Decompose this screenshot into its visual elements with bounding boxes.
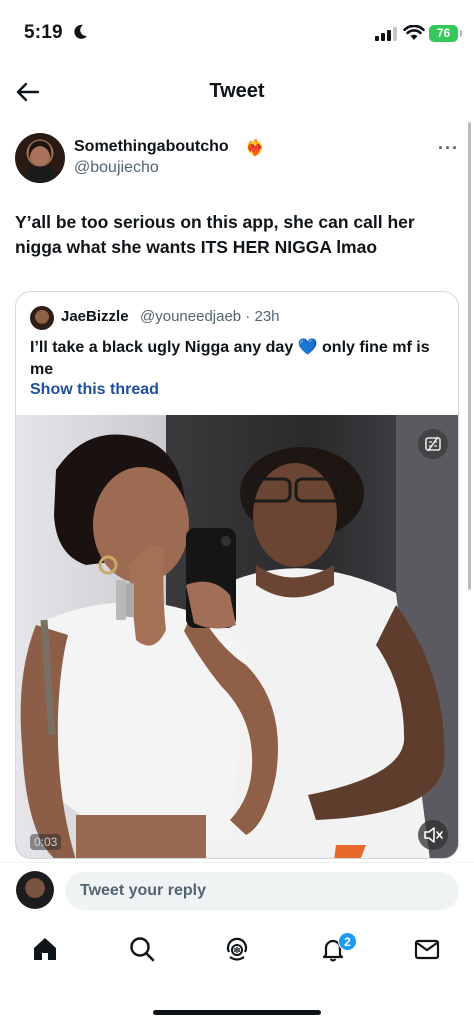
search-icon[interactable] [127, 934, 157, 964]
home-indicator[interactable] [153, 1010, 321, 1015]
divider [0, 862, 474, 863]
video-frame [16, 415, 458, 858]
author-avatar[interactable] [15, 133, 65, 183]
quoted-tweet[interactable]: JaeBizzle @youneedjaeb · 23h I’ll take a… [15, 291, 459, 859]
video-timecode: 0:03 [30, 834, 62, 850]
show-thread-link[interactable]: Show this thread [30, 381, 159, 399]
author-name[interactable]: Somethingaboutcho [74, 138, 229, 156]
video-media[interactable]: 0:03 [16, 415, 458, 858]
author-handle[interactable]: @boujiecho [74, 159, 159, 177]
heart-on-fire-emoji: ❤️‍🔥 [245, 140, 265, 157]
signal-icon [375, 27, 397, 41]
avatar-image [23, 141, 57, 183]
spaces-icon[interactable] [222, 934, 252, 964]
page-title: Tweet [209, 80, 265, 102]
tweet-text: Y’all be too serious on this app, she ca… [15, 212, 415, 257]
blue-heart-emoji: 💙 [297, 339, 318, 356]
user-avatar[interactable] [16, 871, 54, 909]
moon-icon [74, 24, 87, 39]
header: Tweet [0, 62, 474, 120]
messages-icon[interactable] [412, 934, 442, 964]
closed-captions-icon[interactable] [418, 429, 448, 459]
quote-author-name[interactable]: JaeBizzle [61, 308, 129, 325]
home-icon[interactable] [30, 934, 60, 964]
reply-input[interactable]: Tweet your reply [65, 872, 459, 910]
quote-handle-time[interactable]: @youneedjaeb · 23h [140, 308, 280, 325]
tab-bar [0, 918, 474, 988]
quote-avatar[interactable] [30, 306, 54, 330]
quote-text-before: I’ll take a black ugly Nigga any day [30, 339, 298, 356]
wifi-icon [403, 25, 425, 40]
muted-speaker-icon[interactable] [418, 820, 448, 850]
status-time: 5:19 [24, 22, 63, 43]
quote-text: I’ll take a black ugly Nigga any day 💙 o… [30, 337, 450, 381]
scrollbar[interactable] [468, 122, 471, 590]
notification-badge: 2 [338, 932, 357, 951]
status-bar: 5:19 76 [0, 0, 474, 62]
battery-icon: 76 [429, 25, 462, 42]
more-options-icon[interactable]: ··· [438, 138, 459, 159]
